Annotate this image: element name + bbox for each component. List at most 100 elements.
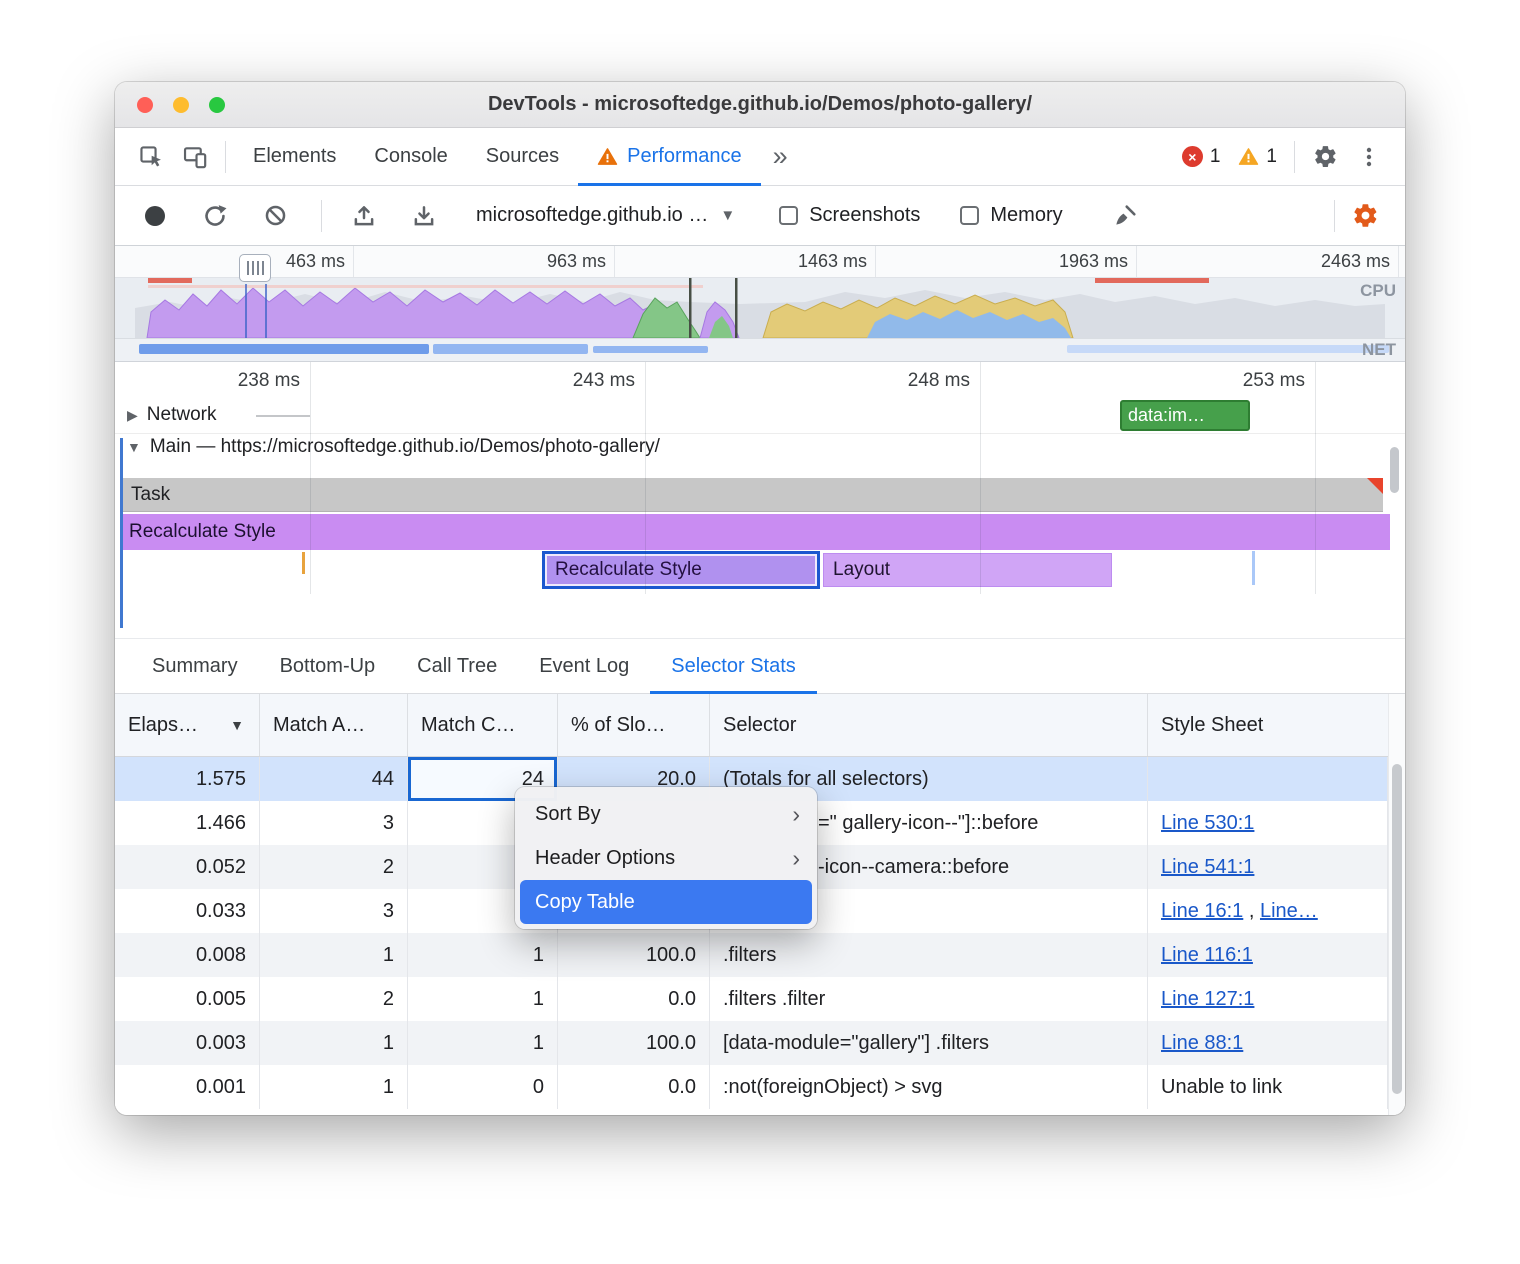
tab-event-log[interactable]: Event Log (518, 639, 650, 694)
cell-style-sheet: Line 116:1 (1148, 933, 1388, 977)
submenu-chevron-icon: › (792, 801, 800, 828)
clear-recordings-button[interactable] (253, 194, 297, 238)
menu-item-header-options[interactable]: Header Options › (520, 836, 812, 880)
tab-call-tree[interactable]: Call Tree (396, 639, 518, 694)
menu-item-sort-by[interactable]: Sort By › (520, 792, 812, 836)
column-header-match-attempts[interactable]: Match A… (260, 694, 408, 756)
column-header-label: Style Sheet (1161, 714, 1263, 737)
chevron-down-icon: ▼ (720, 207, 735, 224)
download-icon (411, 203, 437, 229)
window-title: DevTools - microsoftedge.github.io/Demos… (115, 93, 1405, 116)
ruler-tick (1136, 246, 1137, 277)
cpu-overview-chart[interactable]: CPU (115, 278, 1405, 338)
network-request-chip[interactable]: data:im… (1120, 400, 1250, 431)
tab-sources[interactable]: Sources (467, 128, 578, 186)
toolbar-divider (225, 141, 226, 173)
network-track-label: Network (147, 404, 217, 426)
column-header-match-count[interactable]: Match C… (408, 694, 558, 756)
tab-console[interactable]: Console (355, 128, 466, 186)
layout-event[interactable]: Layout (823, 553, 1112, 587)
device-toolbar-button[interactable] (173, 135, 217, 179)
zoom-window-grip[interactable] (239, 254, 271, 282)
warning-badge[interactable]: 1 (1238, 146, 1277, 168)
cell-selector: .filters .filter (710, 977, 1148, 1021)
flame-chart[interactable]: 238 ms 243 ms 248 ms 253 ms ▶ Network da… (115, 362, 1405, 638)
close-window-button[interactable] (137, 97, 153, 113)
overview-time-ruler: 463 ms 963 ms 1463 ms 1963 ms 2463 ms (115, 246, 1405, 278)
selected-track-accent (120, 438, 123, 628)
network-track[interactable]: ▶ Network data:im… (115, 398, 1405, 434)
ruler-tick (353, 246, 354, 277)
menu-item-label: Sort By (535, 803, 601, 826)
stylesheet-unlinked-text: Unable to link (1161, 1076, 1282, 1099)
checkbox-icon (779, 206, 798, 225)
ruler-tick (1398, 246, 1399, 277)
tab-bottom-up[interactable]: Bottom-Up (259, 639, 397, 694)
event-label: Layout (833, 559, 890, 581)
stylesheet-link[interactable]: Line 16:1 (1161, 900, 1243, 923)
column-header-selector[interactable]: Selector (710, 694, 1148, 756)
screenshots-checkbox[interactable]: Screenshots (779, 204, 920, 227)
settings-button[interactable] (1303, 135, 1347, 179)
network-activity-bar (593, 346, 708, 353)
context-menu: Sort By › Header Options › Copy Table (515, 787, 817, 929)
tab-summary[interactable]: Summary (131, 639, 259, 694)
load-profile-button[interactable] (342, 194, 386, 238)
cpu-waveform (115, 278, 1405, 338)
more-options-button[interactable] (1347, 135, 1391, 179)
titlebar[interactable]: DevTools - microsoftedge.github.io/Demos… (115, 82, 1405, 128)
stylesheet-link[interactable]: Line 88:1 (1161, 1032, 1243, 1055)
selection-window-edge[interactable] (245, 284, 247, 338)
more-tabs-button[interactable]: » (761, 141, 800, 172)
tab-selector-stats[interactable]: Selector Stats (650, 639, 817, 694)
table-row[interactable]: 0.008 1 1 100.0 .filters Line 116:1 (115, 933, 1388, 977)
column-header-elapsed[interactable]: Elaps… ▼ (115, 694, 260, 756)
stylesheet-link[interactable]: Line… (1260, 900, 1318, 923)
event-tick[interactable] (1252, 551, 1255, 585)
minimize-window-button[interactable] (173, 97, 189, 113)
collect-garbage-button[interactable] (1103, 194, 1147, 238)
selection-window-edge[interactable] (265, 284, 267, 338)
flame-chart-scrollbar[interactable] (1390, 447, 1399, 493)
table-scrollbar[interactable] (1388, 694, 1405, 1115)
menu-item-copy-table[interactable]: Copy Table (520, 880, 812, 924)
timeline-overview[interactable]: 463 ms 963 ms 1463 ms 1963 ms 2463 ms (115, 246, 1405, 362)
event-tick[interactable] (302, 552, 305, 574)
cell-style-sheet: Unable to link (1148, 1065, 1388, 1109)
stylesheet-link[interactable]: Line 530:1 (1161, 812, 1254, 835)
table-row[interactable]: 0.005 2 1 0.0 .filters .filter Line 127:… (115, 977, 1388, 1021)
task-bar[interactable]: Task (122, 478, 1383, 512)
scrollbar-thumb[interactable] (1392, 764, 1402, 1094)
cell-style-sheet: Line 16:1 , Line… (1148, 889, 1388, 933)
record-button[interactable] (133, 194, 177, 238)
column-header-pct-slow[interactable]: % of Slo… (558, 694, 710, 756)
capture-settings-button[interactable] (1343, 194, 1387, 238)
table-row[interactable]: 0.001 1 0 0.0 :not(foreignObject) > svg … (115, 1065, 1388, 1109)
memory-checkbox[interactable]: Memory (960, 204, 1062, 227)
tab-elements[interactable]: Elements (234, 128, 355, 186)
inspect-element-button[interactable] (129, 135, 173, 179)
recalculate-style-selected-event[interactable]: Recalculate Style (542, 551, 820, 589)
reload-and-record-button[interactable] (193, 194, 237, 238)
toolbar-divider (1294, 141, 1295, 173)
error-badge[interactable]: × 1 (1182, 146, 1221, 168)
stylesheet-link[interactable]: Line 116:1 (1161, 944, 1253, 967)
recording-history-select[interactable]: microsoftedge.github.io … ▼ (476, 204, 735, 227)
stylesheet-link[interactable]: Line 541:1 (1161, 856, 1254, 879)
cell-match-count: 1 (408, 977, 558, 1021)
column-header-style-sheet[interactable]: Style Sheet (1148, 694, 1388, 756)
main-thread-track-header[interactable]: ▼ Main — https://microsoftedge.github.io… (127, 436, 660, 458)
cell-match-attempts: 3 (260, 801, 408, 845)
expand-arrow-icon[interactable]: ▼ (127, 439, 141, 455)
table-row[interactable]: 0.003 1 1 100.0 [data-module="gallery"] … (115, 1021, 1388, 1065)
zoom-window-button[interactable] (209, 97, 225, 113)
overview-time-label: 963 ms (496, 251, 606, 272)
save-profile-button[interactable] (402, 194, 446, 238)
stylesheet-link[interactable]: Line 127:1 (1161, 988, 1254, 1011)
network-overview-strip[interactable]: NET (115, 338, 1405, 362)
cell-elapsed: 0.003 (115, 1021, 260, 1065)
cell-pct-slow: 100.0 (558, 933, 710, 977)
ruler-tick (875, 246, 876, 277)
collapse-arrow-icon[interactable]: ▶ (127, 407, 138, 424)
tab-performance[interactable]: Performance (578, 128, 761, 186)
